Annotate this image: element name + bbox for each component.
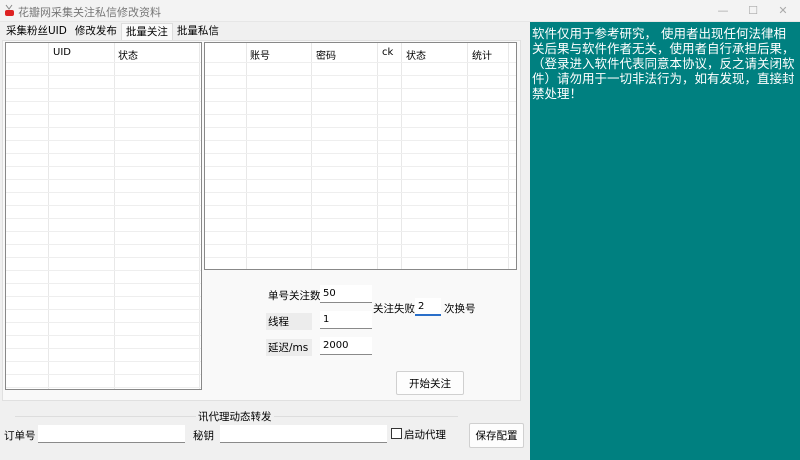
grid-row-line xyxy=(6,140,201,141)
grid-row-line xyxy=(6,322,201,323)
key-label: 秘钥 xyxy=(193,430,214,442)
start-follow-button[interactable]: 开始关注 xyxy=(396,371,464,395)
grid-row-line xyxy=(6,153,201,154)
grid-row-line xyxy=(205,88,516,89)
proxy-group-label: 讯代理动态转发 xyxy=(196,409,274,424)
tab-edit-publish[interactable]: 修改发布 xyxy=(71,23,121,40)
fail-count-input[interactable] xyxy=(415,298,441,316)
column-header-uid[interactable]: UID xyxy=(53,47,71,58)
minimize-button[interactable]: — xyxy=(708,2,738,20)
grid-row-line xyxy=(6,296,201,297)
grid-row-line xyxy=(6,348,201,349)
grid-row-line xyxy=(205,114,516,115)
key-input[interactable] xyxy=(220,425,387,443)
grid-column-line xyxy=(377,43,378,269)
grid-row-line xyxy=(205,153,516,154)
grid-row-line xyxy=(6,88,201,89)
grid-row-line xyxy=(6,62,201,63)
close-button[interactable]: ✕ xyxy=(768,2,798,20)
grid-row-line xyxy=(205,166,516,167)
grid-row-line xyxy=(6,179,201,180)
grid-row-line xyxy=(205,205,516,206)
grid-row-line xyxy=(205,257,516,258)
disclaimer-text: 软件仅用于参考研究， 使用者出现任何法律相关后果与软件作者无关，使用者自行承担后… xyxy=(530,22,800,460)
grid-row-line xyxy=(205,140,516,141)
app-icon xyxy=(5,4,14,16)
column-header-account[interactable]: 账号 xyxy=(250,47,270,62)
grid-row-line xyxy=(6,309,201,310)
column-header-status[interactable]: 状态 xyxy=(118,47,138,62)
follow-count-label: 单号关注数 xyxy=(268,290,321,302)
threads-input[interactable] xyxy=(320,311,372,329)
grid-row-line xyxy=(6,205,201,206)
fail-label: 关注失败 xyxy=(373,303,415,315)
grid-row-line xyxy=(6,192,201,193)
grid-row-line xyxy=(205,127,516,128)
grid-column-line xyxy=(199,43,200,389)
grid-row-line xyxy=(6,218,201,219)
tab-bar: 采集粉丝UID 修改发布 批量关注 批量私信 xyxy=(2,23,223,41)
account-table[interactable]: 账号 密码 ck 状态 统计 xyxy=(204,42,517,270)
threads-label: 线程 xyxy=(266,313,312,330)
column-header-status[interactable]: 状态 xyxy=(406,47,426,62)
grid-row-line xyxy=(205,101,516,102)
delay-label: 延迟/ms xyxy=(266,339,312,356)
enable-proxy-checkbox[interactable] xyxy=(391,428,402,439)
grid-row-line xyxy=(205,231,516,232)
grid-row-line xyxy=(205,179,516,180)
maximize-button[interactable]: ☐ xyxy=(738,2,768,20)
grid-row-line xyxy=(6,127,201,128)
grid-column-line xyxy=(467,43,468,269)
tab-batch-message[interactable]: 批量私信 xyxy=(173,23,223,40)
column-header-password[interactable]: 密码 xyxy=(316,47,336,62)
grid-column-line xyxy=(401,43,402,269)
grid-column-line xyxy=(48,43,49,389)
fail-suffix-label: 次换号 xyxy=(444,303,476,315)
column-header-ck[interactable]: ck xyxy=(382,47,393,58)
grid-row-line xyxy=(6,231,201,232)
title-bar: 花瓣网采集关注私信修改资料 — ☐ ✕ xyxy=(0,0,800,22)
grid-row-line xyxy=(6,75,201,76)
grid-row-line xyxy=(205,75,516,76)
tab-collect-uid[interactable]: 采集粉丝UID xyxy=(2,23,71,40)
grid-column-line xyxy=(114,43,115,389)
grid-row-line xyxy=(6,101,201,102)
uid-table[interactable]: UID 状态 xyxy=(5,42,202,390)
grid-column-line xyxy=(311,43,312,269)
tab-batch-follow[interactable]: 批量关注 xyxy=(120,23,173,40)
grid-column-line xyxy=(246,43,247,269)
order-input[interactable] xyxy=(38,425,185,443)
grid-row-line xyxy=(6,114,201,115)
grid-row-line xyxy=(205,192,516,193)
grid-row-line xyxy=(205,218,516,219)
enable-proxy-label[interactable]: 启动代理 xyxy=(404,427,446,442)
follow-count-input[interactable] xyxy=(320,285,372,303)
grid-row-line xyxy=(6,283,201,284)
window-title: 花瓣网采集关注私信修改资料 xyxy=(18,6,161,19)
grid-row-line xyxy=(205,244,516,245)
delay-input[interactable] xyxy=(320,337,372,355)
grid-row-line xyxy=(6,257,201,258)
grid-row-line xyxy=(6,270,201,271)
grid-row-line xyxy=(6,387,201,388)
grid-row-line xyxy=(6,244,201,245)
order-label: 订单号 xyxy=(4,430,36,442)
grid-row-line xyxy=(205,62,516,63)
grid-row-line xyxy=(6,166,201,167)
save-config-button[interactable]: 保存配置 xyxy=(469,423,524,448)
grid-row-line xyxy=(6,374,201,375)
grid-column-line xyxy=(508,43,509,269)
column-header-stats[interactable]: 统计 xyxy=(472,47,492,62)
grid-row-line xyxy=(6,335,201,336)
grid-row-line xyxy=(6,361,201,362)
